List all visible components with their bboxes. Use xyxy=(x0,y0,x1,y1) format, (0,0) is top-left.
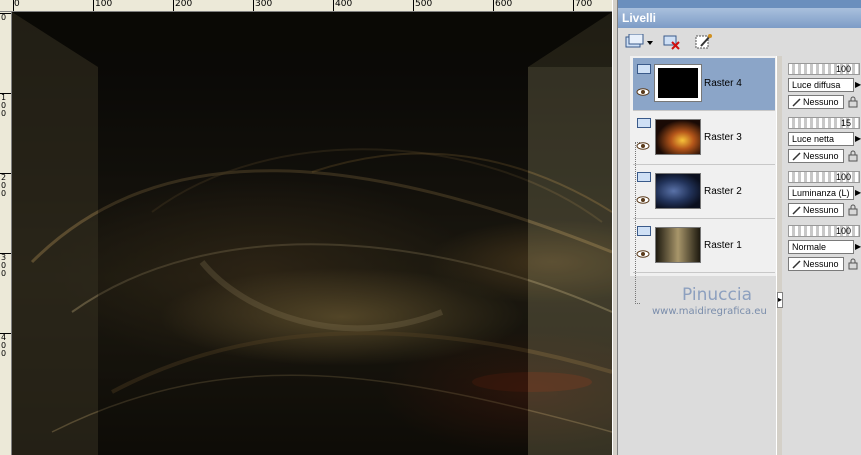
ruler-label: 300 xyxy=(255,0,273,9)
layer-properties-button[interactable] xyxy=(694,32,714,52)
blend-mode-select[interactable]: Luce diffusa xyxy=(788,78,854,92)
layer-name: Raster 3 xyxy=(704,132,742,143)
mask-value: Nessuno xyxy=(803,97,839,107)
watermark-author: Pinuccia xyxy=(682,285,752,305)
new-layer-button[interactable] xyxy=(624,32,654,52)
new-raster-layer-icon xyxy=(625,34,653,48)
layer-thumbnail xyxy=(655,65,701,101)
palette-title[interactable]: Livelli xyxy=(618,8,861,28)
brush-icon xyxy=(792,260,801,269)
chevron-right-icon[interactable]: ▶ xyxy=(855,240,861,254)
layer-thumbnail xyxy=(655,119,701,155)
blend-mode-select[interactable]: Luce netta xyxy=(788,132,854,146)
mask-select[interactable]: Nessuno xyxy=(788,95,844,109)
layers-palette: Livelli Raster 4 Raster 3 Raster 2 Raste… xyxy=(618,0,861,455)
layer-props-raster-4: 100 Luce diffusa ▶ Nessuno xyxy=(786,58,861,111)
delete-layer-icon xyxy=(663,35,680,50)
ruler-label: 600 xyxy=(495,0,513,9)
lock-icon[interactable] xyxy=(847,258,859,270)
layer-thumbnail xyxy=(655,227,701,263)
ruler-label: 700 xyxy=(575,0,593,9)
layer-name: Raster 4 xyxy=(704,78,742,89)
opacity-slider[interactable]: 100 xyxy=(788,225,860,237)
layer-props-raster-2: 100 Luminanza (L) ▶ Nessuno xyxy=(786,166,861,219)
layer-thumbnail xyxy=(655,173,701,209)
layer-name: Raster 2 xyxy=(704,186,742,197)
blend-mode-select[interactable]: Normale xyxy=(788,240,854,254)
inner-frame-shadow xyxy=(98,67,528,455)
ruler-label: 0 xyxy=(14,0,20,9)
brush-icon xyxy=(792,206,801,215)
brush-icon xyxy=(792,152,801,161)
layers-toolbar xyxy=(618,28,778,56)
layer-props-raster-3: 15 Luce netta ▶ Nessuno xyxy=(786,112,861,165)
ruler-label: 200 xyxy=(1,173,7,198)
layer-row-raster-1[interactable]: Raster 1 xyxy=(633,220,775,273)
eye-icon[interactable] xyxy=(636,88,650,96)
layer-row-raster-4[interactable]: Raster 4 xyxy=(633,58,775,111)
blend-mode-select[interactable]: Luminanza (L) xyxy=(788,186,854,200)
ruler-label: 100 xyxy=(1,93,7,118)
mask-value: Nessuno xyxy=(803,259,839,269)
brush-icon xyxy=(792,98,801,107)
ruler-label: 200 xyxy=(175,0,193,9)
chevron-right-icon[interactable]: ▶ xyxy=(855,78,861,92)
lock-icon[interactable] xyxy=(847,150,859,162)
watermark-url: www.maidiregrafica.eu xyxy=(652,306,767,317)
ruler-label: 500 xyxy=(415,0,433,9)
layer-name: Raster 1 xyxy=(704,240,742,251)
layer-type-icon xyxy=(637,226,651,236)
layer-type-icon xyxy=(637,118,651,128)
right-light-panel xyxy=(528,67,612,455)
mask-select[interactable]: Nessuno xyxy=(788,203,844,217)
ruler-label: 0 xyxy=(1,13,7,22)
mask-value: Nessuno xyxy=(803,151,839,161)
delete-layer-button[interactable] xyxy=(662,32,682,52)
layer-properties-column: 100 Luce diffusa ▶ Nessuno 15 Luce netta… xyxy=(786,56,861,455)
palette-top-strip xyxy=(618,0,861,8)
opacity-slider[interactable]: 100 xyxy=(788,171,860,183)
chevron-right-icon[interactable]: ▶ xyxy=(855,132,861,146)
image-canvas[interactable] xyxy=(12,12,612,455)
ruler-label: 400 xyxy=(335,0,353,9)
ruler-label: 400 xyxy=(1,333,7,358)
chevron-right-icon[interactable]: ▸ xyxy=(777,292,783,308)
eye-icon[interactable] xyxy=(636,142,650,150)
layer-type-icon xyxy=(637,64,651,74)
mask-select[interactable]: Nessuno xyxy=(788,149,844,163)
eye-icon[interactable] xyxy=(636,196,650,204)
mask-value: Nessuno xyxy=(803,205,839,215)
lock-icon[interactable] xyxy=(847,96,859,108)
opacity-slider[interactable]: 100 xyxy=(788,63,860,75)
ruler-label: 100 xyxy=(95,0,113,9)
opacity-slider[interactable]: 15 xyxy=(788,117,860,129)
chevron-right-icon[interactable]: ▶ xyxy=(855,186,861,200)
vertical-ruler: 0 100 200 300 400 xyxy=(0,12,12,455)
eye-icon[interactable] xyxy=(636,250,650,258)
lock-icon[interactable] xyxy=(847,204,859,216)
layer-row-raster-3[interactable]: Raster 3 xyxy=(633,112,775,165)
horizontal-ruler: 0 100 200 300 400 500 600 700 xyxy=(0,0,612,12)
layer-props-raster-1: 100 Normale ▶ Nessuno xyxy=(786,220,861,273)
layer-properties-icon xyxy=(695,34,712,49)
ruler-label: 300 xyxy=(1,253,7,278)
layer-type-icon xyxy=(637,172,651,182)
layer-row-raster-2[interactable]: Raster 2 xyxy=(633,166,775,219)
palette-splitter[interactable]: ▸ xyxy=(776,56,783,455)
layer-list: Raster 4 Raster 3 Raster 2 Raster 1 xyxy=(630,56,776,304)
mask-select[interactable]: Nessuno xyxy=(788,257,844,271)
